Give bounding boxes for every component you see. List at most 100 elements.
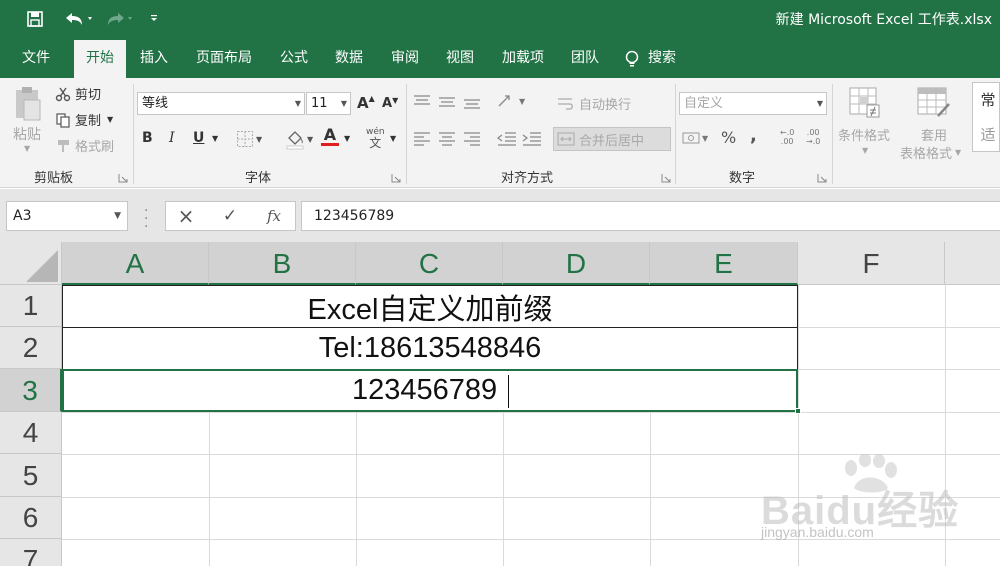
number-launcher-icon[interactable] (817, 172, 827, 183)
italic-button[interactable]: I (169, 130, 175, 146)
increase-indent-icon[interactable] (522, 130, 542, 146)
tab-view[interactable]: 视图 (440, 38, 480, 78)
customize-qat-icon[interactable] (144, 7, 164, 31)
group-separator (133, 84, 134, 184)
increase-decimal-icon[interactable]: ←.0.00 (780, 128, 794, 146)
number-format-dropdown-icon: ▼ (816, 99, 823, 108)
format-as-table-line1[interactable]: 套用 (921, 125, 947, 144)
tab-addins[interactable]: 加载项 (496, 38, 550, 78)
cut-button[interactable]: 剪切 (55, 84, 101, 103)
underline-button[interactable]: U (193, 130, 204, 146)
clipboard-launcher-icon[interactable] (118, 172, 128, 183)
fill-handle[interactable] (795, 408, 801, 414)
tab-formulas[interactable]: 公式 (274, 38, 314, 78)
phonetic-dropdown-icon[interactable]: ▼ (390, 134, 396, 143)
format-as-table-icon[interactable] (916, 86, 952, 120)
row-header-4[interactable]: 4 (0, 412, 62, 454)
wrap-text-label: 自动换行 (579, 98, 632, 113)
font-name-select[interactable]: 等线 ▼ (137, 92, 305, 115)
cell-a2-text: Tel:18613548846 (318, 332, 542, 364)
name-box[interactable]: A3 ▼ (6, 201, 128, 231)
column-header-g[interactable] (945, 242, 1000, 285)
row-header-7[interactable]: 7 (0, 539, 62, 566)
font-color-dropdown-icon[interactable]: ▼ (344, 134, 350, 143)
wrap-text-button[interactable]: 自动换行 (557, 94, 631, 113)
accounting-format-icon[interactable]: ▼ (682, 130, 708, 146)
bottom-align-icon[interactable] (463, 94, 481, 110)
enter-icon[interactable]: ✓ (210, 202, 250, 230)
select-all-button[interactable] (0, 242, 62, 285)
row-header-1[interactable]: 1 (0, 285, 62, 327)
cancel-icon[interactable]: × (166, 202, 206, 230)
title-bar: 新建 Microsoft Excel 工作表.xlsx (0, 0, 1000, 38)
formula-bar-grip-icon[interactable]: · · · (144, 204, 148, 234)
edit-caret (508, 375, 509, 408)
borders-icon[interactable]: ▼ (236, 130, 262, 148)
formula-buttons: × ✓ fx (165, 201, 296, 231)
tab-home[interactable]: 开始 (74, 40, 126, 78)
percent-style-button[interactable]: % (721, 128, 736, 147)
column-header-c[interactable]: C (356, 242, 503, 285)
lightbulb-icon[interactable] (624, 50, 640, 72)
style-normal[interactable]: 常 (975, 85, 1000, 115)
row-header-2[interactable]: 2 (0, 327, 62, 369)
number-group-label: 数字 (729, 171, 756, 186)
font-size-select[interactable]: 11 ▼ (306, 92, 351, 115)
bold-button[interactable]: B (142, 130, 153, 146)
decrease-decimal-icon[interactable]: .00 →.0 (806, 128, 820, 146)
conditional-format-icon[interactable] (848, 86, 882, 120)
group-separator (406, 84, 407, 184)
comma-style-button[interactable]: , (750, 125, 757, 146)
font-color-button[interactable]: A (321, 126, 339, 146)
conditional-format-dropdown-icon[interactable]: ▼ (862, 146, 868, 155)
redo-icon[interactable] (102, 7, 138, 31)
tab-team[interactable]: 团队 (565, 38, 605, 78)
cell-styles-gallery[interactable]: 常 适 (972, 82, 1000, 152)
format-as-table-button[interactable]: 表格格式 ▼ (900, 143, 961, 162)
column-header-d[interactable]: D (503, 242, 650, 285)
tell-me-search[interactable]: 搜索 (645, 38, 679, 78)
font-launcher-icon[interactable] (391, 172, 401, 183)
paste-button[interactable]: 粘贴 (13, 124, 41, 144)
underline-dropdown-icon[interactable]: ▼ (212, 134, 218, 143)
conditional-format-button[interactable]: 条件格式 (838, 125, 890, 144)
merge-center-button[interactable]: 合并后居中 (553, 127, 671, 151)
copy-button[interactable]: 复制 ▼ (55, 110, 113, 129)
insert-function-icon[interactable]: fx (254, 202, 294, 230)
brush-icon (55, 138, 75, 154)
column-header-f[interactable]: F (798, 242, 945, 285)
tab-insert[interactable]: 插入 (134, 38, 174, 78)
row-header-6[interactable]: 6 (0, 497, 62, 539)
decrease-indent-icon[interactable] (497, 130, 517, 146)
formula-input[interactable]: 123456789 (301, 201, 1000, 231)
format-painter-button[interactable]: 格式刷 (55, 136, 114, 155)
column-header-e[interactable]: E (650, 242, 798, 285)
paste-dropdown-icon[interactable]: ▼ (24, 144, 30, 153)
save-icon[interactable] (22, 7, 48, 31)
row-header-3[interactable]: 3 (0, 369, 62, 412)
column-header-a[interactable]: A (62, 242, 209, 285)
row-header-5[interactable]: 5 (0, 454, 62, 497)
orientation-icon[interactable]: ▼ (497, 92, 525, 110)
tab-page-layout[interactable]: 页面布局 (190, 38, 258, 78)
merged-cell-a2-e2[interactable]: Tel:18613548846 (62, 327, 798, 370)
undo-icon[interactable] (58, 7, 98, 31)
number-format-select[interactable]: 自定义 ▼ (679, 92, 827, 115)
top-align-icon[interactable] (413, 94, 431, 110)
tab-data[interactable]: 数据 (329, 38, 369, 78)
tab-review[interactable]: 审阅 (385, 38, 425, 78)
merged-cell-a1-e1[interactable]: Excel自定义加前缀 (62, 285, 798, 328)
increase-font-icon[interactable]: A ▲ (357, 94, 375, 112)
style-neutral[interactable]: 适 (975, 120, 1000, 150)
align-left-icon[interactable] (413, 130, 431, 146)
align-right-icon[interactable] (463, 130, 481, 146)
phonetic-guide-icon[interactable]: wén 文 (366, 128, 385, 150)
decrease-font-icon[interactable]: A ▼ (382, 96, 398, 111)
fill-color-icon[interactable]: ▼ (284, 128, 313, 150)
alignment-launcher-icon[interactable] (661, 172, 671, 183)
paste-icon[interactable] (12, 84, 44, 122)
tab-file[interactable]: 文件 (10, 38, 62, 78)
column-header-b[interactable]: B (209, 242, 356, 285)
middle-align-icon[interactable] (438, 94, 456, 110)
align-center-icon[interactable] (438, 130, 456, 146)
